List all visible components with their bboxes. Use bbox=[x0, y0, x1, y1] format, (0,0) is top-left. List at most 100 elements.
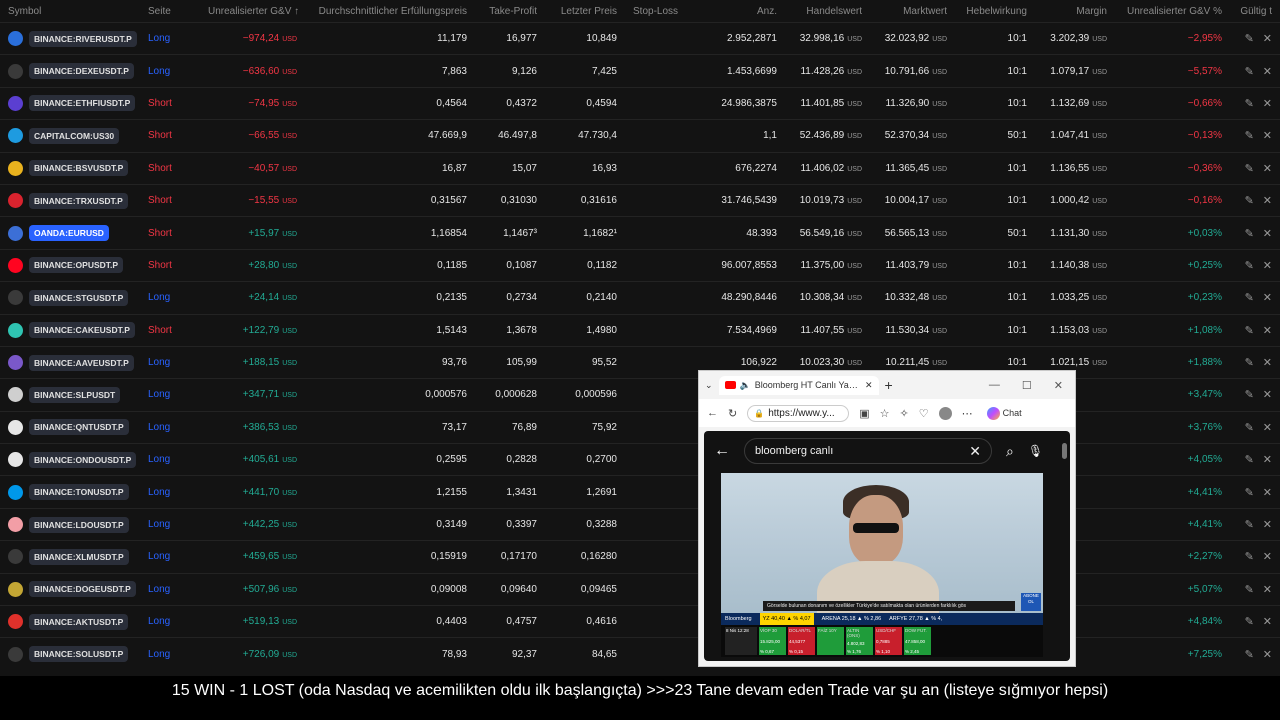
symbol-badge[interactable]: BINANCE:AAVEUSDT.P bbox=[29, 354, 134, 371]
more-icon[interactable]: ⋯ bbox=[962, 407, 973, 420]
maximize-icon[interactable]: ☐ bbox=[1022, 379, 1032, 392]
table-row[interactable]: BINANCE:ONDOUSDT.P Long +405,61 USD 0,2595 0,… bbox=[0, 443, 1280, 476]
edit-icon[interactable]: ✎ bbox=[1245, 291, 1254, 304]
edit-icon[interactable]: ✎ bbox=[1245, 518, 1254, 531]
column-header[interactable]: Seite bbox=[140, 0, 200, 23]
speaker-icon[interactable]: 🔈 bbox=[740, 380, 751, 391]
symbol-badge[interactable]: BINANCE:XLMUSDT.P bbox=[29, 548, 129, 565]
column-header[interactable]: Unrealisierter G&V % bbox=[1115, 0, 1230, 23]
symbol-badge[interactable]: BINANCE:LDOUSDT.P bbox=[29, 516, 129, 533]
close-position-icon[interactable]: ✕ bbox=[1263, 615, 1272, 628]
table-row[interactable]: BINANCE:SLPUSDT Long +347,71 USD 0,000576 0,0… bbox=[0, 378, 1280, 412]
edit-icon[interactable]: ✎ bbox=[1245, 615, 1254, 628]
edit-icon[interactable]: ✎ bbox=[1245, 32, 1254, 45]
favorite-star-icon[interactable]: ☆ bbox=[880, 407, 890, 420]
column-header[interactable]: Margin bbox=[1035, 0, 1115, 23]
table-row[interactable]: BINANCE:OPUSDT.P Short +28,80 USD 0,1185 0,10… bbox=[0, 248, 1280, 282]
column-header[interactable]: Handelswert bbox=[785, 0, 870, 23]
edit-icon[interactable]: ✎ bbox=[1245, 324, 1254, 337]
close-position-icon[interactable]: ✕ bbox=[1263, 324, 1272, 337]
table-row[interactable]: BINANCE:AKTUSDT.P Long +519,13 USD 0,4403 0,4… bbox=[0, 605, 1280, 638]
close-window-icon[interactable]: ✕ bbox=[1054, 379, 1063, 392]
table-row[interactable]: BINANCE:XLMUSDT.P Long +459,65 USD 0,15919 0,… bbox=[0, 540, 1280, 574]
scrollbar[interactable] bbox=[1062, 443, 1067, 459]
edit-icon[interactable]: ✎ bbox=[1245, 356, 1254, 369]
edit-icon[interactable]: ✎ bbox=[1245, 227, 1254, 240]
table-row[interactable]: OANDA:EURUSD Short +15,97 USD 1,16854 1,1467³… bbox=[0, 216, 1280, 250]
close-position-icon[interactable]: ✕ bbox=[1263, 453, 1272, 466]
url-field[interactable]: 🔒 https://www.y... bbox=[747, 404, 850, 422]
column-header[interactable]: Unrealisierter G&V ↑ bbox=[200, 0, 305, 23]
edit-icon[interactable]: ✎ bbox=[1245, 129, 1254, 142]
edit-icon[interactable]: ✎ bbox=[1245, 194, 1254, 207]
edit-icon[interactable]: ✎ bbox=[1245, 97, 1254, 110]
close-position-icon[interactable]: ✕ bbox=[1263, 162, 1272, 175]
column-header[interactable]: Marktwert bbox=[870, 0, 955, 23]
symbol-badge[interactable]: BINANCE:STGUSDT.P bbox=[29, 289, 129, 306]
favorites-icon[interactable]: ♡ bbox=[919, 407, 929, 420]
minimize-icon[interactable]: — bbox=[989, 379, 1000, 392]
table-row[interactable]: BINANCE:TRXUSDT.P Short −15,55 USD 0,31567 0,… bbox=[0, 183, 1280, 217]
edit-icon[interactable]: ✎ bbox=[1245, 550, 1254, 563]
new-tab-icon[interactable]: + bbox=[885, 377, 893, 393]
table-row[interactable]: BINANCE:STGUSDT.P Long +24,14 USD 0,2135 0,27… bbox=[0, 281, 1280, 315]
table-row[interactable]: BINANCE:SOLUSDT.P Long +726,09 USD 78,93 92,3… bbox=[0, 637, 1280, 670]
column-header[interactable]: Hebelwirkung bbox=[955, 0, 1035, 23]
symbol-badge[interactable]: BINANCE:TRXUSDT.P bbox=[29, 192, 128, 209]
symbol-badge[interactable]: BINANCE:SLPUSDT bbox=[29, 386, 121, 403]
close-position-icon[interactable]: ✕ bbox=[1263, 356, 1272, 369]
table-row[interactable]: BINANCE:BSVUSDT.P Short −40,57 USD 16,87 15,0… bbox=[0, 151, 1280, 185]
close-position-icon[interactable]: ✕ bbox=[1263, 550, 1272, 563]
symbol-badge[interactable]: BINANCE:SOLUSDT.P bbox=[29, 646, 129, 663]
edit-icon[interactable]: ✎ bbox=[1245, 162, 1254, 175]
symbol-badge[interactable]: BINANCE:AKTUSDT.P bbox=[29, 613, 129, 630]
close-tab-icon[interactable]: ✕ bbox=[865, 380, 873, 391]
symbol-badge[interactable]: BINANCE:OPUSDT.P bbox=[29, 257, 124, 274]
symbol-badge[interactable]: BINANCE:DOGEUSDT.P bbox=[29, 581, 136, 598]
symbol-badge[interactable]: BINANCE:ONDOUSDT.P bbox=[29, 451, 137, 468]
column-header[interactable]: Durchschnittlicher Erfüllungspreis bbox=[305, 0, 475, 23]
column-header[interactable]: Take-Profit bbox=[475, 0, 545, 23]
table-row[interactable]: BINANCE:TONUSDT.P Long +441,70 USD 1,2155 1,3… bbox=[0, 475, 1280, 509]
close-position-icon[interactable]: ✕ bbox=[1263, 65, 1272, 78]
close-position-icon[interactable]: ✕ bbox=[1263, 518, 1272, 531]
symbol-badge[interactable]: BINANCE:QNTUSDT.P bbox=[29, 419, 129, 436]
edit-icon[interactable]: ✎ bbox=[1245, 421, 1254, 434]
table-row[interactable]: BINANCE:AAVEUSDT.P Long +188,15 USD 93,76 105… bbox=[0, 345, 1280, 379]
symbol-badge[interactable]: BINANCE:TONUSDT.P bbox=[29, 484, 129, 501]
edit-icon[interactable]: ✎ bbox=[1245, 259, 1254, 272]
table-row[interactable]: BINANCE:RIVERUSDT.P Long −974,24 USD 11,179 1… bbox=[0, 21, 1280, 55]
column-header[interactable]: Letzter Preis bbox=[545, 0, 625, 23]
symbol-badge[interactable]: CAPITALCOM:US30 bbox=[29, 127, 120, 144]
symbol-badge[interactable]: BINANCE:BSVUSDT.P bbox=[29, 160, 129, 177]
extensions-icon[interactable]: ✧ bbox=[900, 407, 909, 420]
edit-icon[interactable]: ✎ bbox=[1245, 486, 1254, 499]
close-position-icon[interactable]: ✕ bbox=[1263, 388, 1272, 401]
column-header[interactable]: Anz. bbox=[685, 0, 785, 23]
column-header[interactable]: Stop-Loss bbox=[625, 0, 685, 23]
symbol-badge[interactable]: OANDA:EURUSD bbox=[29, 225, 109, 242]
close-position-icon[interactable]: ✕ bbox=[1263, 259, 1272, 272]
close-position-icon[interactable]: ✕ bbox=[1263, 97, 1272, 110]
browser-window[interactable]: ⌄ 🔈 Bloomberg HT Canlı Yayın ᴴᴰ ✕ + — ☐ … bbox=[698, 370, 1076, 667]
edit-icon[interactable]: ✎ bbox=[1245, 388, 1254, 401]
column-header[interactable]: Symbol bbox=[0, 0, 140, 23]
table-row[interactable]: BINANCE:LDOUSDT.P Long +442,25 USD 0,3149 0,3… bbox=[0, 507, 1280, 541]
table-row[interactable]: BINANCE:DEXEUSDT.P Long −636,60 USD 7,863 9,1… bbox=[0, 54, 1280, 88]
table-row[interactable]: CAPITALCOM:US30 Short −66,55 USD 47.669,9 46.… bbox=[0, 119, 1280, 153]
close-position-icon[interactable]: ✕ bbox=[1263, 227, 1272, 240]
back-arrow-icon[interactable]: ← bbox=[707, 407, 718, 419]
close-position-icon[interactable]: ✕ bbox=[1263, 583, 1272, 596]
tab-list-chevron-icon[interactable]: ⌄ bbox=[705, 380, 713, 391]
back-arrow-icon[interactable]: ← bbox=[714, 442, 730, 460]
search-icon[interactable]: ⌕ bbox=[1006, 443, 1014, 460]
edit-icon[interactable]: ✎ bbox=[1245, 583, 1254, 596]
profile-avatar[interactable] bbox=[938, 406, 952, 420]
table-row[interactable]: BINANCE:QNTUSDT.P Long +386,53 USD 73,17 76,8… bbox=[0, 410, 1280, 444]
edit-icon[interactable]: ✎ bbox=[1245, 453, 1254, 466]
table-row[interactable]: BINANCE:CAKEUSDT.P Short +122,79 USD 1,5143 1… bbox=[0, 313, 1280, 347]
edit-icon[interactable]: ✎ bbox=[1245, 65, 1254, 78]
close-position-icon[interactable]: ✕ bbox=[1263, 421, 1272, 434]
close-position-icon[interactable]: ✕ bbox=[1263, 32, 1272, 45]
close-position-icon[interactable]: ✕ bbox=[1263, 194, 1272, 207]
